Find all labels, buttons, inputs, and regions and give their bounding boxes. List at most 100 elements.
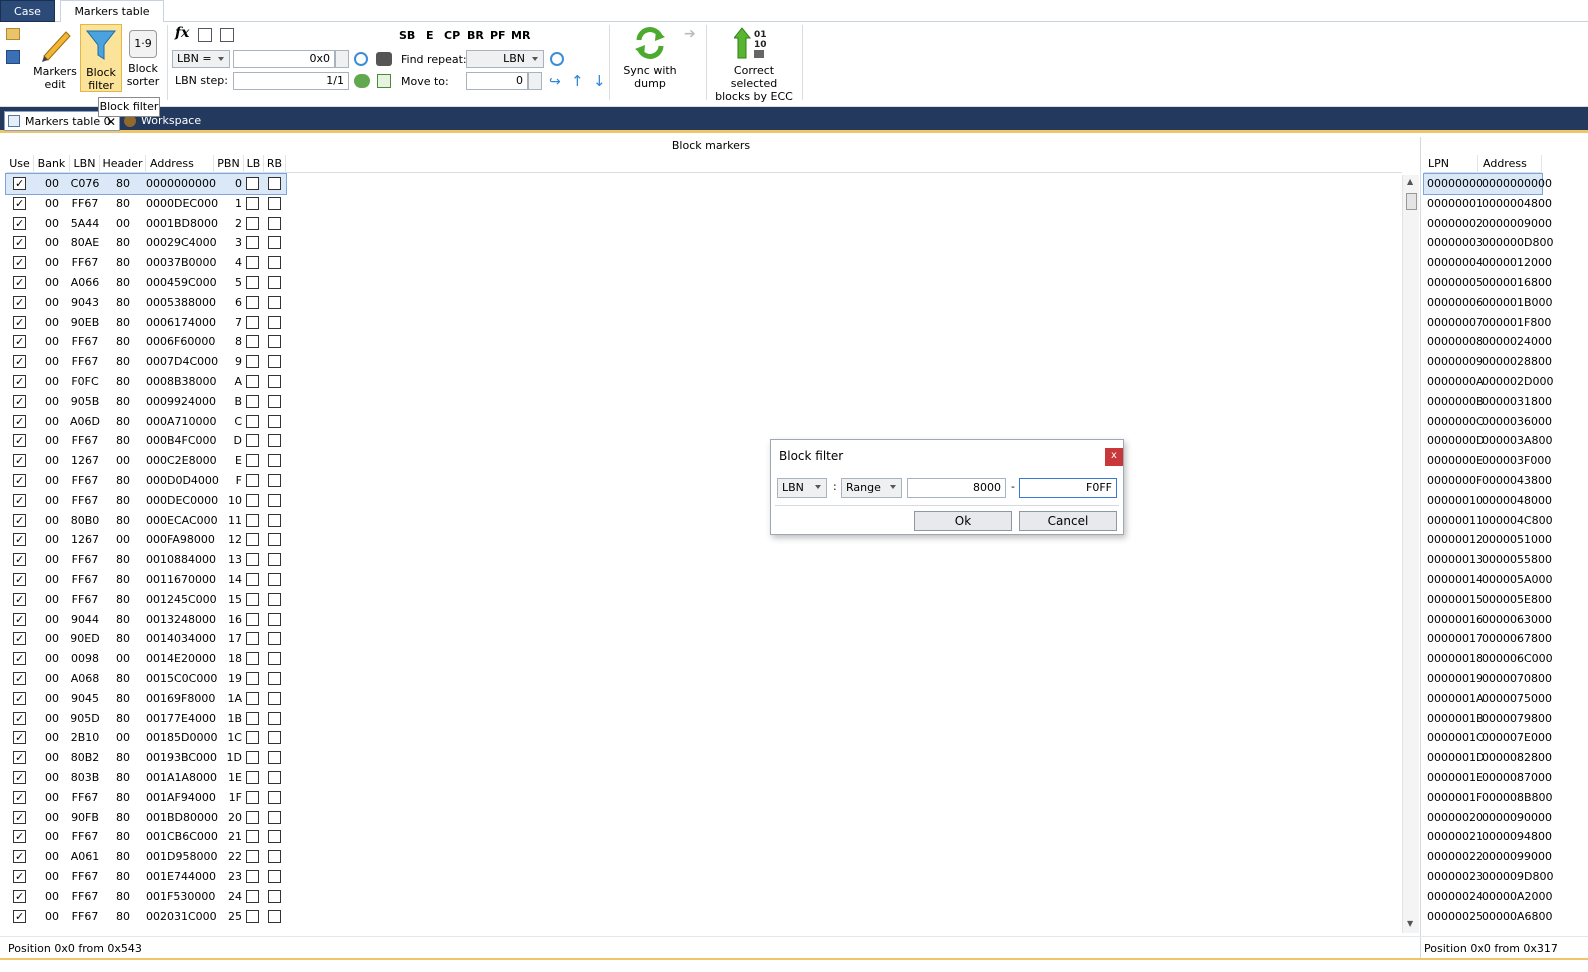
col-lpn[interactable]: LPN (1424, 155, 1478, 173)
link-icon[interactable] (354, 74, 370, 88)
table-row[interactable]: 00 1267 00 000C2E8000 E (6, 451, 286, 471)
use-checkbox[interactable] (13, 332, 26, 352)
rb-checkbox[interactable] (268, 553, 281, 567)
rb-checkbox[interactable] (268, 790, 281, 804)
lpn-row[interactable]: 0000000C 0000036000 (1424, 412, 1552, 432)
table-row[interactable]: 00 0098 00 0014E20000 18 (6, 649, 286, 669)
lb-checkbox[interactable] (246, 870, 259, 883)
rb-checkbox[interactable] (268, 850, 281, 864)
lb-checkbox[interactable] (246, 652, 259, 666)
col-bank[interactable]: Bank (34, 155, 70, 173)
table-row[interactable]: 00 FF67 80 000D0D4000 F (6, 471, 286, 491)
rb-checkbox[interactable] (268, 196, 281, 210)
lpn-row[interactable]: 00000006 000001B000 (1424, 293, 1553, 313)
lb-checkbox[interactable] (246, 315, 259, 329)
move-to-spinner[interactable] (528, 72, 542, 90)
rb-checkbox[interactable] (268, 276, 281, 289)
close-icon[interactable]: x (1105, 448, 1123, 466)
lpn-row[interactable]: 00000022 0000099000 (1424, 847, 1552, 867)
lbn-step-input[interactable]: 1/1 (233, 72, 349, 90)
block-sorter-button[interactable]: 1·9 Block sorter (124, 24, 162, 88)
markers-edit-button[interactable]: Markers edit (30, 24, 80, 91)
rb-checkbox[interactable] (268, 771, 281, 784)
table-row[interactable]: 00 FF67 80 0007D4C000 9 (6, 352, 286, 372)
col-header[interactable]: Header (100, 155, 146, 173)
rb-checkbox[interactable] (268, 711, 281, 725)
col-lbn[interactable]: LBN (70, 155, 100, 173)
table-row[interactable]: 00 80B0 80 000ECAC000 11 (6, 511, 286, 531)
table-icon[interactable] (377, 74, 391, 88)
use-checkbox[interactable] (13, 352, 26, 372)
lb-checkbox[interactable] (246, 513, 259, 527)
use-checkbox[interactable] (13, 511, 26, 531)
col-address[interactable]: Address (146, 155, 214, 173)
use-checkbox[interactable] (13, 728, 26, 748)
forward-arrow-icon[interactable]: ➔ (684, 26, 696, 42)
lpn-row[interactable]: 00000025 00000A6800 (1424, 907, 1553, 927)
rb-checkbox[interactable] (268, 652, 281, 666)
rb-checkbox[interactable] (268, 295, 281, 309)
rb-checkbox[interactable] (268, 177, 281, 190)
lb-checkbox[interactable] (246, 355, 259, 369)
tab-markers-table[interactable]: Markers table (60, 0, 164, 22)
rb-checkbox[interactable] (268, 375, 281, 388)
sync-with-dump-button[interactable]: Sync with dump (618, 24, 682, 90)
use-checkbox[interactable] (13, 669, 26, 689)
use-checkbox[interactable] (13, 629, 26, 649)
table-row[interactable]: 00 FF67 80 001F530000 24 (6, 887, 286, 907)
use-checkbox[interactable] (13, 194, 26, 214)
lb-checkbox[interactable] (246, 196, 259, 210)
rb-checkbox[interactable] (268, 513, 281, 527)
table-row[interactable]: 00 80AE 80 00029C4000 3 (6, 233, 286, 253)
lb-checkbox[interactable] (246, 454, 259, 468)
lpn-row[interactable]: 0000000E 000003F000 (1424, 451, 1551, 471)
col-lb[interactable]: LB (244, 155, 264, 173)
lb-checkbox[interactable] (246, 414, 259, 428)
use-checkbox[interactable] (13, 293, 26, 313)
lb-checkbox[interactable] (246, 533, 259, 547)
use-checkbox[interactable] (13, 709, 26, 729)
rb-checkbox[interactable] (268, 434, 281, 448)
lpn-row[interactable]: 00000007 000001F800 (1424, 313, 1551, 333)
use-checkbox[interactable] (13, 649, 26, 669)
panel-divider[interactable] (1420, 137, 1421, 959)
use-checkbox[interactable] (13, 214, 26, 234)
lpn-row[interactable]: 00000003 000000D800 (1424, 233, 1553, 253)
flag-cp[interactable]: CP (444, 29, 460, 42)
lpn-row[interactable]: 00000001 0000004800 (1424, 194, 1552, 214)
lb-checkbox[interactable] (246, 691, 259, 705)
block-filter-button[interactable]: Block filter (80, 24, 122, 92)
lpn-row[interactable]: 0000001E 0000087000 (1424, 768, 1552, 788)
lpn-row[interactable]: 00000002 0000009000 (1424, 214, 1552, 234)
col-right-address[interactable]: Address (1478, 155, 1542, 173)
rb-checkbox[interactable] (268, 414, 281, 428)
rb-checkbox[interactable] (268, 454, 281, 468)
scroll-up-icon[interactable]: ▲ (1407, 177, 1413, 186)
table-row[interactable]: 00 FF67 80 001E744000 23 (6, 867, 286, 887)
lb-checkbox[interactable] (246, 295, 259, 309)
lpn-row[interactable]: 00000017 0000067800 (1424, 629, 1552, 649)
correct-by-ecc-button[interactable]: 01 10 Correct selected blocks by ECC (710, 24, 798, 103)
find-icon[interactable] (550, 52, 564, 66)
lpn-row[interactable]: 0000001D 0000082800 (1424, 748, 1552, 768)
down-arrow-icon[interactable]: ↓ (593, 72, 606, 90)
use-checkbox[interactable] (13, 827, 26, 847)
rb-checkbox[interactable] (268, 751, 281, 765)
rb-checkbox[interactable] (268, 533, 281, 547)
lb-checkbox[interactable] (246, 592, 259, 606)
move-to-input[interactable]: 0 (466, 72, 528, 90)
rb-checkbox[interactable] (268, 474, 281, 487)
lb-checkbox[interactable] (246, 573, 259, 586)
lb-checkbox[interactable] (246, 553, 259, 567)
table-row[interactable]: 00 80B2 80 00193BC000 1D (6, 748, 286, 768)
use-checkbox[interactable] (13, 451, 26, 471)
lpn-row[interactable]: 0000001B 0000079800 (1424, 709, 1552, 729)
rb-checkbox[interactable] (268, 731, 281, 745)
lb-checkbox[interactable] (246, 375, 259, 388)
filter-to-input[interactable]: F0FF (1019, 478, 1117, 498)
up-arrow-icon[interactable]: ↑ (571, 72, 584, 90)
lb-checkbox[interactable] (246, 889, 259, 903)
lpn-row[interactable]: 00000008 0000024000 (1424, 332, 1552, 352)
table-row[interactable]: 00 90FB 80 001BD80000 20 (6, 808, 286, 828)
lpn-row[interactable]: 00000004 0000012000 (1424, 253, 1552, 273)
